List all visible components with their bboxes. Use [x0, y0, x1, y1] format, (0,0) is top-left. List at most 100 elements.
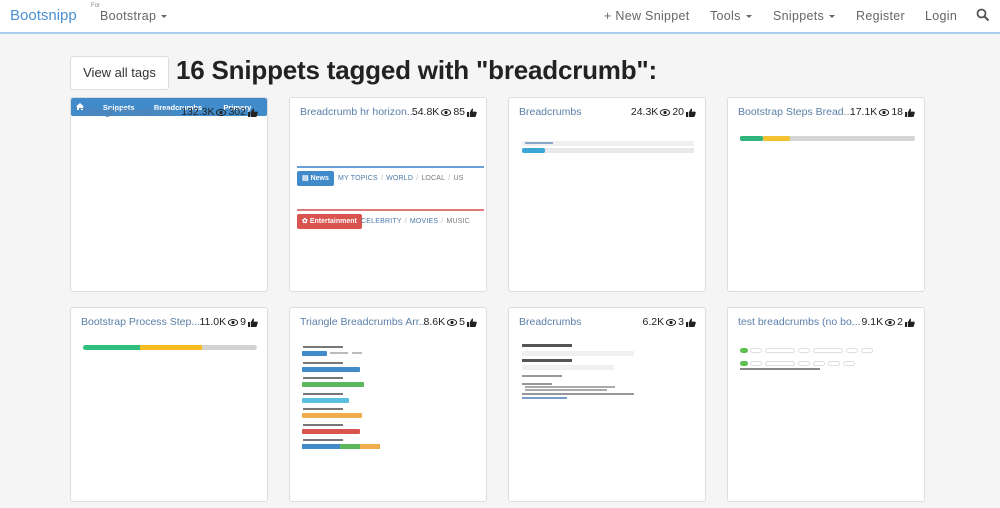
snippet-card[interactable]: Bootstrap Steps Bread... 17.1K 18 [727, 97, 925, 292]
nav-new-snippet[interactable]: + New Snippet [604, 9, 690, 23]
caret-down-icon [829, 15, 836, 19]
view-count: 24.3K [630, 106, 659, 118]
preview-label [303, 392, 343, 395]
preview-text [522, 375, 562, 377]
preview-crumb [750, 348, 762, 353]
snippet-stats: 9.1K 2 [862, 316, 915, 328]
preview-link: CELEBRITY [361, 218, 402, 225]
snippet-stats: 132.3K 302 [181, 106, 258, 118]
separator: / [448, 175, 451, 182]
preview-bar [302, 428, 360, 434]
framework-dropdown[interactable]: Bootstrap [100, 9, 168, 23]
newspaper-icon: ▤ [302, 175, 311, 182]
eye-icon [885, 318, 896, 326]
preview-bar [302, 444, 320, 449]
preview-links: CELEBRITY / MOVIES / MUSIC [361, 218, 470, 225]
preview-text [522, 393, 634, 395]
snippet-stats: 8.6K 5 [424, 316, 477, 328]
snippet-title[interactable]: Bootstrap Process Step... [81, 316, 200, 328]
preview-label [303, 439, 343, 441]
paw-icon: ✿ [302, 218, 310, 225]
thumbs-up-icon [686, 318, 696, 327]
preview-link: MUSIC [446, 218, 471, 225]
view-count: 132.3K [181, 106, 215, 118]
nav-snippets-label: Snippets [773, 9, 825, 23]
divider [297, 209, 484, 211]
snippet-card[interactable]: Bootstrap Process Step... 11.0K 9 [70, 307, 268, 502]
eye-icon [216, 108, 227, 116]
search-icon[interactable] [976, 8, 990, 22]
thumbs-up-icon [248, 318, 258, 327]
snippet-title[interactable]: Breadcrumbs [519, 316, 581, 328]
snippet-title[interactable]: test breadcrumbs (no bo... [738, 316, 861, 328]
preview-bar [340, 444, 360, 449]
view-count: 17.1K [849, 106, 878, 118]
preview-crumb [765, 348, 795, 353]
snippet-stats: 6.2K 3 [643, 316, 696, 328]
preview-label [303, 423, 343, 426]
snippet-stats: 24.3K 20 [631, 106, 696, 118]
snippet-title[interactable]: Breadcrumb hr horizon... [300, 106, 416, 118]
caret-down-icon [745, 15, 752, 19]
preview-link: WORLD [386, 175, 414, 182]
badge-label: News [310, 175, 329, 182]
preview-row [522, 351, 634, 356]
view-count: 54.8K [411, 106, 440, 118]
separator: / [380, 175, 384, 182]
snippet-title[interactable]: Triangle Breadcrum... [81, 106, 182, 118]
like-count: 3 [678, 316, 684, 328]
like-count: 302 [228, 106, 246, 118]
preview-crumb [846, 348, 858, 353]
preview-bar [320, 444, 340, 449]
snippet-card[interactable]: Breadcrumb hr horizon... 54.8K 85 ▤ News… [289, 97, 487, 292]
snippet-title[interactable]: Triangle Breadcrumbs Arr... [300, 316, 427, 328]
snippet-title[interactable]: Breadcrumbs [519, 106, 581, 118]
snippet-card[interactable]: test breadcrumbs (no bo... 9.1K 2 [727, 307, 925, 502]
preview-row [522, 148, 694, 153]
like-count: 18 [891, 106, 903, 118]
nav-snippets-dropdown[interactable]: Snippets [773, 9, 836, 23]
preview-bar [360, 444, 380, 449]
preview-text [525, 386, 615, 388]
preview-active-dot [740, 348, 748, 353]
eye-icon [228, 318, 239, 326]
brand-logo[interactable]: Bootsnipp [10, 7, 77, 24]
preview-crumb [813, 361, 825, 366]
preview-crumb [828, 361, 840, 366]
preview-bar [330, 352, 348, 354]
snippet-title[interactable]: Bootstrap Steps Bread... [738, 106, 852, 118]
news-badge: ▤ News [297, 171, 334, 186]
preview-row [522, 365, 614, 370]
snippet-card[interactable]: Breadcrumbs 24.3K 20 [508, 97, 706, 292]
badge-label: Entertainment [309, 218, 357, 225]
preview-link: US [453, 175, 464, 182]
nav-login[interactable]: Login [925, 9, 957, 23]
preview-label [303, 361, 343, 364]
preview-row-item [525, 142, 553, 144]
snippet-card[interactable]: Triangle Breadcrumbs Arr... 8.6K 5 [289, 307, 487, 502]
separator: / [441, 218, 444, 225]
snippet-stats: 54.8K 85 [412, 106, 477, 118]
view-all-tags-button[interactable]: View all tags [70, 56, 169, 90]
thumbs-up-icon [248, 108, 258, 117]
nav-tools-dropdown[interactable]: Tools [710, 9, 752, 23]
preview-bar [352, 352, 362, 354]
preview-link: MOVIES [409, 218, 439, 225]
preview-crumb [843, 361, 855, 366]
snippet-card[interactable]: Triangle Breadcrum... 132.3K 302 Snippet… [70, 97, 268, 292]
preview-bar [302, 382, 364, 387]
preview-text [525, 389, 607, 391]
separator: / [416, 175, 419, 182]
snippet-card[interactable]: Breadcrumbs 6.2K 3 [508, 307, 706, 502]
preview-active-dot [740, 361, 748, 366]
preview-bar [302, 413, 362, 418]
thumbs-up-icon [905, 108, 915, 117]
nav-register[interactable]: Register [856, 9, 905, 23]
page-title: 16 Snippets tagged with "breadcrumb": [176, 55, 657, 85]
preview-link: MY TOPICS [338, 175, 378, 182]
snippet-stats: 17.1K 18 [850, 106, 915, 118]
preview-text [522, 383, 552, 385]
preview-links: MY TOPICS / WORLD / LOCAL / US [338, 175, 464, 182]
caret-down-icon [161, 15, 168, 19]
eye-icon [666, 318, 677, 326]
